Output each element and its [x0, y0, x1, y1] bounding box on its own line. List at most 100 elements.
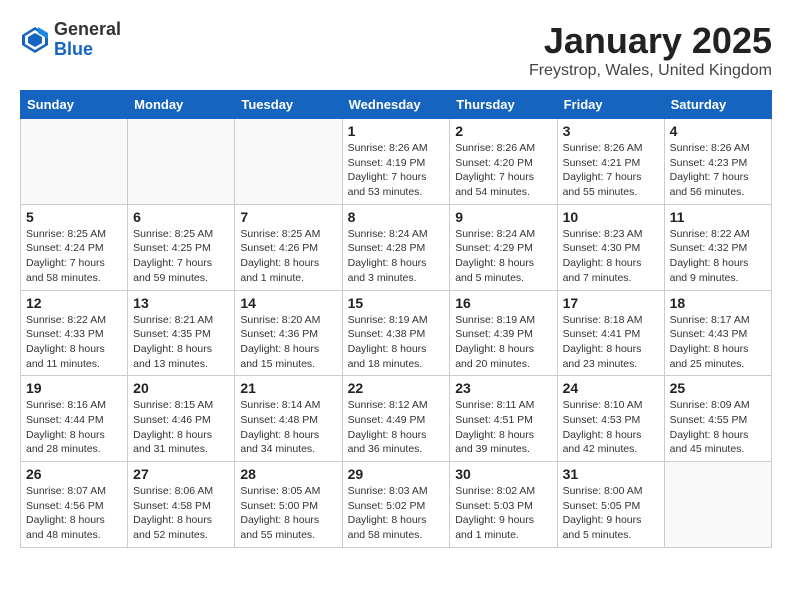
calendar-cell: 27 Sunrise: 8:06 AM Sunset: 4:58 PM Dayli… [128, 462, 235, 548]
day-number: 25 [670, 380, 766, 396]
day-info: Sunrise: 8:15 AM Sunset: 4:46 PM Dayligh… [133, 398, 229, 457]
calendar-week-row: 1 Sunrise: 8:26 AM Sunset: 4:19 PM Daylig… [21, 119, 772, 205]
day-info: Sunrise: 8:24 AM Sunset: 4:28 PM Dayligh… [348, 227, 445, 286]
calendar-cell: 19 Sunrise: 8:16 AM Sunset: 4:44 PM Dayli… [21, 376, 128, 462]
month-title: January 2025 [529, 20, 772, 62]
day-info: Sunrise: 8:02 AM Sunset: 5:03 PM Dayligh… [455, 484, 551, 543]
calendar-cell: 16 Sunrise: 8:19 AM Sunset: 4:39 PM Dayli… [450, 290, 557, 376]
day-info: Sunrise: 8:16 AM Sunset: 4:44 PM Dayligh… [26, 398, 122, 457]
day-number: 11 [670, 209, 766, 225]
day-of-week-header: Friday [557, 91, 664, 119]
day-number: 15 [348, 295, 445, 311]
day-number: 22 [348, 380, 445, 396]
day-info: Sunrise: 8:19 AM Sunset: 4:38 PM Dayligh… [348, 313, 445, 372]
calendar-cell: 4 Sunrise: 8:26 AM Sunset: 4:23 PM Daylig… [664, 119, 771, 205]
day-of-week-header: Saturday [664, 91, 771, 119]
day-info: Sunrise: 8:25 AM Sunset: 4:24 PM Dayligh… [26, 227, 122, 286]
day-number: 30 [455, 466, 551, 482]
day-number: 28 [240, 466, 336, 482]
calendar-cell: 29Sunrise: 8:03 AM Sunset: 5:02 PM Dayli… [342, 462, 450, 548]
day-info: Sunrise: 8:14 AM Sunset: 4:48 PM Dayligh… [240, 398, 336, 457]
day-info: Sunrise: 8:26 AM Sunset: 4:21 PM Dayligh… [563, 141, 659, 200]
day-info: Sunrise: 8:10 AM Sunset: 4:53 PM Dayligh… [563, 398, 659, 457]
calendar-week-row: 12 Sunrise: 8:22 AM Sunset: 4:33 PM Dayli… [21, 290, 772, 376]
calendar-cell: 10 Sunrise: 8:23 AM Sunset: 4:30 PM Dayli… [557, 204, 664, 290]
day-info: Sunrise: 8:06 AM Sunset: 4:58 PM Dayligh… [133, 484, 229, 543]
calendar-cell: 30 Sunrise: 8:02 AM Sunset: 5:03 PM Dayli… [450, 462, 557, 548]
logo-general-text: General [54, 20, 121, 40]
day-info: Sunrise: 8:20 AM Sunset: 4:36 PM Dayligh… [240, 313, 336, 372]
day-number: 16 [455, 295, 551, 311]
day-of-week-header: Tuesday [235, 91, 342, 119]
day-of-week-header: Sunday [21, 91, 128, 119]
day-number: 21 [240, 380, 336, 396]
day-number: 14 [240, 295, 336, 311]
calendar-cell: 2Sunrise: 8:26 AM Sunset: 4:20 PM Daylig… [450, 119, 557, 205]
calendar-cell: 13 Sunrise: 8:21 AM Sunset: 4:35 PM Dayli… [128, 290, 235, 376]
day-number: 5 [26, 209, 122, 225]
day-number: 1 [348, 123, 445, 139]
calendar-cell [664, 462, 771, 548]
day-info: Sunrise: 8:19 AM Sunset: 4:39 PM Dayligh… [455, 313, 551, 372]
calendar-cell: 18 Sunrise: 8:17 AM Sunset: 4:43 PM Dayli… [664, 290, 771, 376]
calendar-cell: 21 Sunrise: 8:14 AM Sunset: 4:48 PM Dayli… [235, 376, 342, 462]
day-info: Sunrise: 8:12 AM Sunset: 4:49 PM Dayligh… [348, 398, 445, 457]
calendar-cell: 20 Sunrise: 8:15 AM Sunset: 4:46 PM Dayli… [128, 376, 235, 462]
day-number: 27 [133, 466, 229, 482]
calendar-cell: 1 Sunrise: 8:26 AM Sunset: 4:19 PM Daylig… [342, 119, 450, 205]
day-number: 24 [563, 380, 659, 396]
day-number: 10 [563, 209, 659, 225]
calendar-cell: 9 Sunrise: 8:24 AM Sunset: 4:29 PM Daylig… [450, 204, 557, 290]
calendar-cell: 8 Sunrise: 8:24 AM Sunset: 4:28 PM Daylig… [342, 204, 450, 290]
day-number: 31 [563, 466, 659, 482]
calendar-cell: 5 Sunrise: 8:25 AM Sunset: 4:24 PM Daylig… [21, 204, 128, 290]
day-number: 26 [26, 466, 122, 482]
day-number: 20 [133, 380, 229, 396]
day-info: Sunrise: 8:26 AM Sunset: 4:19 PM Dayligh… [348, 141, 445, 200]
day-number: 4 [670, 123, 766, 139]
calendar-table: SundayMondayTuesdayWednesdayThursdayFrid… [20, 90, 772, 548]
calendar-cell: 11 Sunrise: 8:22 AM Sunset: 4:32 PM Dayli… [664, 204, 771, 290]
logo: General Blue [20, 20, 121, 60]
day-info: Sunrise: 8:17 AM Sunset: 4:43 PM Dayligh… [670, 313, 766, 372]
day-info: Sunrise: 8:22 AM Sunset: 4:32 PM Dayligh… [670, 227, 766, 286]
title-block: January 2025 Freystrop, Wales, United Ki… [529, 20, 772, 80]
day-number: 3 [563, 123, 659, 139]
day-number: 12 [26, 295, 122, 311]
day-info: Sunrise: 8:05 AM Sunset: 5:00 PM Dayligh… [240, 484, 336, 543]
day-number: 19 [26, 380, 122, 396]
day-of-week-header: Wednesday [342, 91, 450, 119]
day-number: 8 [348, 209, 445, 225]
location-subtitle: Freystrop, Wales, United Kingdom [529, 62, 772, 80]
day-number: 29 [348, 466, 445, 482]
day-info: Sunrise: 8:26 AM Sunset: 4:23 PM Dayligh… [670, 141, 766, 200]
day-number: 13 [133, 295, 229, 311]
logo-icon [20, 25, 50, 55]
day-info: Sunrise: 8:18 AM Sunset: 4:41 PM Dayligh… [563, 313, 659, 372]
day-number: 2 [455, 123, 551, 139]
calendar-cell: 28 Sunrise: 8:05 AM Sunset: 5:00 PM Dayli… [235, 462, 342, 548]
calendar-cell: 26 Sunrise: 8:07 AM Sunset: 4:56 PM Dayli… [21, 462, 128, 548]
calendar-cell [21, 119, 128, 205]
logo-blue-text: Blue [54, 40, 121, 60]
calendar-cell: 7Sunrise: 8:25 AM Sunset: 4:26 PM Daylig… [235, 204, 342, 290]
day-number: 9 [455, 209, 551, 225]
calendar-cell: 3 Sunrise: 8:26 AM Sunset: 4:21 PM Daylig… [557, 119, 664, 205]
day-info: Sunrise: 8:21 AM Sunset: 4:35 PM Dayligh… [133, 313, 229, 372]
calendar-cell: 14 Sunrise: 8:20 AM Sunset: 4:36 PM Dayli… [235, 290, 342, 376]
day-number: 18 [670, 295, 766, 311]
day-info: Sunrise: 8:11 AM Sunset: 4:51 PM Dayligh… [455, 398, 551, 457]
day-number: 23 [455, 380, 551, 396]
day-info: Sunrise: 8:23 AM Sunset: 4:30 PM Dayligh… [563, 227, 659, 286]
calendar-week-row: 19 Sunrise: 8:16 AM Sunset: 4:44 PM Dayli… [21, 376, 772, 462]
day-info: Sunrise: 8:09 AM Sunset: 4:55 PM Dayligh… [670, 398, 766, 457]
day-info: Sunrise: 8:22 AM Sunset: 4:33 PM Dayligh… [26, 313, 122, 372]
day-info: Sunrise: 8:24 AM Sunset: 4:29 PM Dayligh… [455, 227, 551, 286]
day-info: Sunrise: 8:25 AM Sunset: 4:25 PM Dayligh… [133, 227, 229, 286]
day-info: Sunrise: 8:00 AM Sunset: 5:05 PM Dayligh… [563, 484, 659, 543]
calendar-cell: 25 Sunrise: 8:09 AM Sunset: 4:55 PM Dayli… [664, 376, 771, 462]
calendar-cell [235, 119, 342, 205]
calendar-cell: 12 Sunrise: 8:22 AM Sunset: 4:33 PM Dayli… [21, 290, 128, 376]
calendar-cell: 23 Sunrise: 8:11 AM Sunset: 4:51 PM Dayli… [450, 376, 557, 462]
day-info: Sunrise: 8:07 AM Sunset: 4:56 PM Dayligh… [26, 484, 122, 543]
